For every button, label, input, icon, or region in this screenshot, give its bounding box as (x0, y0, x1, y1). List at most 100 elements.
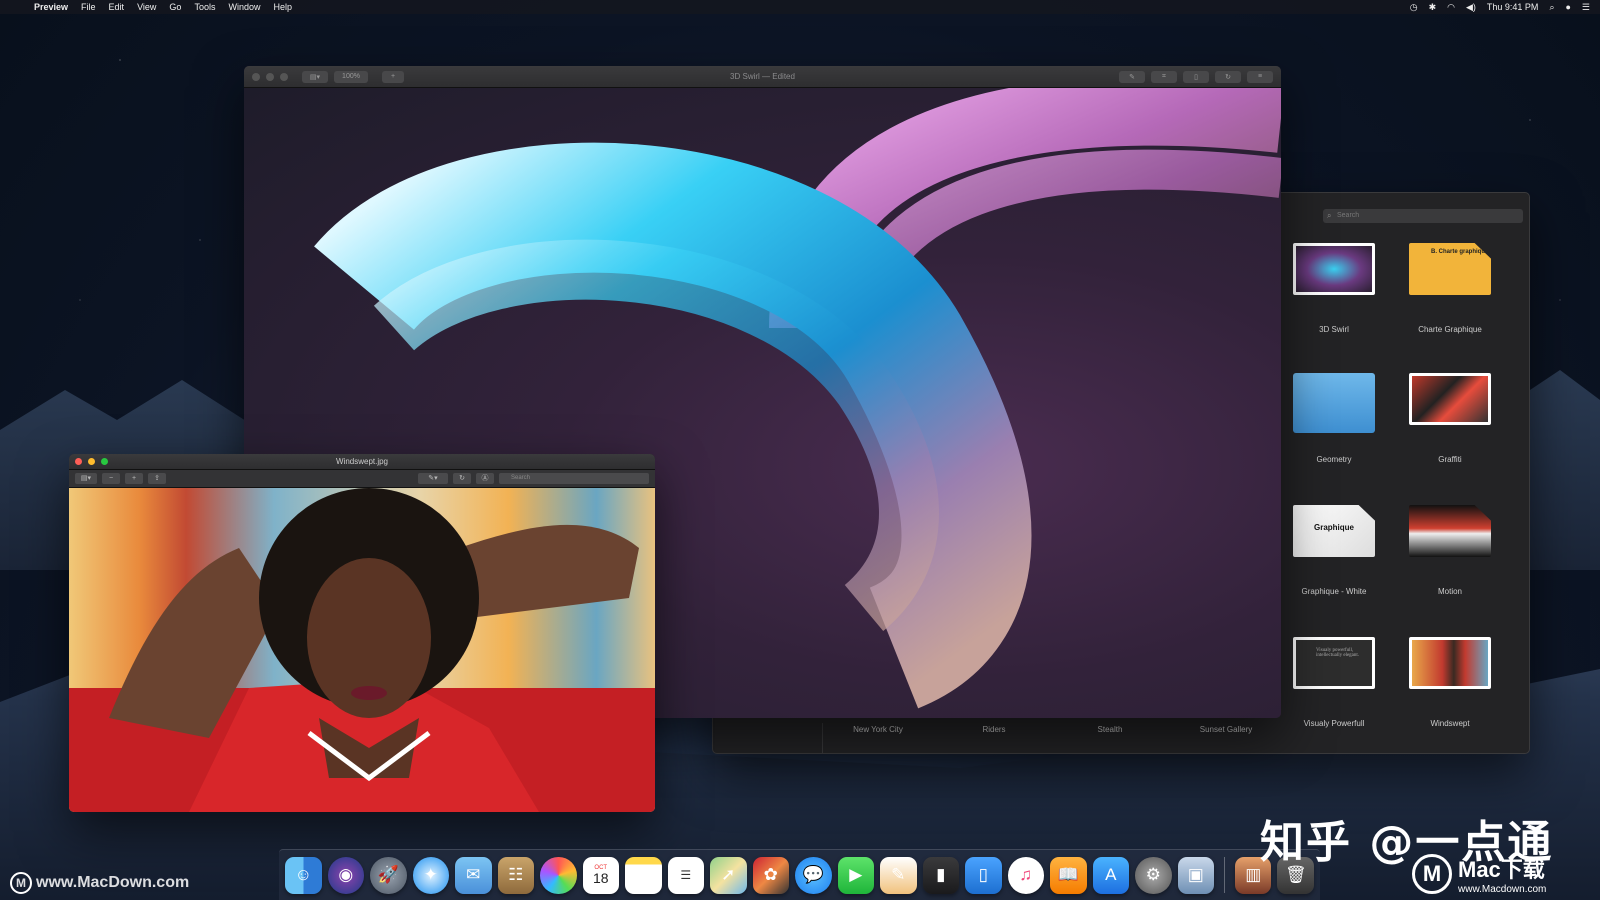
gallery-item-visualy-powerfull[interactable]: Visualy powerfull, intellectually elegan… (1279, 637, 1389, 728)
zoom-in-icon[interactable]: + (125, 473, 143, 484)
main-titlebar: ▤▾ 100% + 3D Swirl — Edited ✎ ⌗ ▯ ↻ ≡ (244, 66, 1281, 88)
window-title: Windswept.jpg (335, 457, 389, 466)
preview-icon[interactable]: ▣ (1177, 856, 1214, 894)
macdown-logo-icon: M (1412, 853, 1452, 894)
time-machine-icon[interactable]: ◷ (1410, 2, 1418, 13)
menu-window[interactable]: Window (228, 2, 260, 12)
numbers-icon[interactable]: ▮ (922, 856, 959, 894)
watermark-right-text: Mac下载 www.Macdown.com (1458, 852, 1546, 895)
gallery-item-windswept[interactable]: Windswept (1395, 637, 1505, 728)
menu-edit[interactable]: Edit (109, 2, 125, 12)
menu-file[interactable]: File (81, 2, 96, 12)
itunes-icon[interactable]: ♫ (1007, 856, 1044, 894)
watermark-left: M www.MacDown.com (10, 872, 189, 894)
gallery-item-graphique-white[interactable]: Graphique Graphique - White (1279, 505, 1389, 596)
notification-center-icon[interactable]: ☰ (1582, 2, 1590, 13)
photos-icon[interactable] (540, 856, 577, 894)
gallery-item-label: Motion (1437, 587, 1462, 596)
siri-icon[interactable]: ◉ (327, 856, 364, 894)
siri-menu-icon[interactable]: ● (1565, 2, 1570, 12)
keynote-icon[interactable]: ▯ (965, 856, 1002, 894)
sidebar-toggle-button[interactable]: ▤▾ (75, 473, 97, 484)
facetime-icon[interactable]: ▶ (837, 856, 874, 894)
zoom-select[interactable]: 100% (334, 70, 368, 83)
reminders-icon[interactable]: ☰ (667, 856, 704, 894)
contacts-icon[interactable]: ☷ (497, 856, 534, 894)
gallery-item-stealth[interactable]: Stealth (1055, 725, 1165, 734)
menu-clock[interactable]: Thu 9:41 PM (1487, 2, 1539, 12)
calendar-icon[interactable]: OCT 18 (582, 856, 619, 894)
crop-icon[interactable]: ⌗ (1151, 70, 1177, 83)
gallery-item-label: Charte Graphique (1418, 325, 1482, 334)
system-preferences-icon[interactable]: ⚙ (1135, 856, 1172, 894)
menu-view[interactable]: View (137, 2, 156, 12)
menu-app-name[interactable]: Preview (34, 2, 68, 12)
spotlight-icon[interactable]: ⌕ (1549, 2, 1554, 13)
gallery-item-label: Graphique - White (1301, 587, 1367, 596)
portrait-image (69, 488, 655, 812)
page-icon[interactable]: ▯ (1183, 70, 1209, 83)
thumbnail (1293, 243, 1375, 295)
thumbnail: Graphique (1293, 505, 1375, 557)
windswept-titlebar: Windswept.jpg (69, 454, 655, 470)
watermark-left-text: www.MacDown.com (36, 874, 190, 891)
windswept-photo (69, 488, 655, 812)
volume-icon[interactable]: ◀) (1466, 2, 1476, 13)
adjust-icon[interactable]: ≡ (1247, 70, 1273, 83)
add-button[interactable]: + (382, 70, 404, 83)
share-icon[interactable]: ⇪ (148, 473, 166, 484)
menu-help[interactable]: Help (273, 2, 292, 12)
gallery-search-input[interactable]: Search (1323, 209, 1523, 223)
gallery-item-charte-graphique[interactable]: B. Charte graphique Charte Graphique (1395, 243, 1505, 334)
notes-icon[interactable] (625, 856, 662, 894)
zoom-button[interactable] (101, 458, 108, 465)
mail-icon[interactable]: ✉ (455, 856, 492, 894)
pages-icon[interactable]: ✎ (880, 856, 917, 894)
books-icon[interactable]: 📖 (1050, 856, 1087, 894)
markup-icon[interactable]: ✎▾ (418, 473, 448, 484)
dock: ☺ ◉ 🚀 ✦ ✉ ☷ OCT 18 ☰ ➚ ✿ 💬 ▶ ✎ ▮ ▯ ♫ 📖 A… (279, 849, 1320, 900)
gallery-item-geometry[interactable]: Geometry (1279, 373, 1389, 464)
gallery-item-graffiti[interactable]: Graffiti (1395, 373, 1505, 464)
thumbnail (1409, 505, 1491, 557)
close-button[interactable] (252, 72, 260, 81)
minimize-button[interactable] (88, 458, 95, 465)
thumbnail: B. Charte graphique (1409, 243, 1491, 295)
thumbnail: Visualy powerfull, intellectually elegan… (1293, 637, 1375, 689)
windswept-window: Windswept.jpg ▤▾ − + ⇪ ✎▾ ↻ Ⓐ Search (69, 454, 655, 812)
minimize-button[interactable] (266, 72, 274, 81)
markup-icon[interactable]: ✎ (1119, 70, 1145, 83)
gallery-bottom-row: New York City Riders Stealth Sunset Gall… (823, 725, 1523, 739)
zoom-button[interactable] (280, 72, 288, 81)
menu-go[interactable]: Go (169, 2, 181, 12)
sidebar-toggle-button[interactable]: ▤▾ (302, 70, 328, 83)
thumbnail (1409, 373, 1491, 425)
watermark-right-title: Mac下载 (1458, 857, 1545, 882)
gallery-item-motion[interactable]: Motion (1395, 505, 1505, 596)
gallery-item-3d-swirl[interactable]: 3D Swirl (1279, 243, 1389, 334)
folder-icon (1293, 373, 1375, 433)
gallery-sidebar (713, 723, 823, 753)
close-button[interactable] (75, 458, 82, 465)
app-store-icon[interactable]: A (1092, 856, 1129, 894)
rotate-icon[interactable]: ↻ (1215, 70, 1241, 83)
messages-icon[interactable]: 💬 (795, 856, 832, 894)
gallery-item-label: Geometry (1316, 455, 1352, 464)
gallery-item-new-york-city[interactable]: New York City (823, 725, 933, 734)
photo-booth-icon[interactable]: ✿ (752, 856, 789, 894)
zoom-out-icon[interactable]: − (102, 473, 120, 484)
menu-tools[interactable]: Tools (194, 2, 215, 12)
finder-icon[interactable]: ☺ (285, 856, 322, 894)
maps-icon[interactable]: ➚ (710, 856, 747, 894)
window-controls (75, 458, 108, 465)
bluetooth-icon[interactable]: ✱ (1429, 2, 1437, 13)
wifi-icon[interactable]: ◠ (1447, 2, 1455, 13)
launchpad-icon[interactable]: 🚀 (370, 856, 407, 894)
safari-icon[interactable]: ✦ (412, 856, 449, 894)
gallery-item-riders[interactable]: Riders (939, 725, 1049, 734)
windswept-toolbar: ▤▾ − + ⇪ ✎▾ ↻ Ⓐ Search (69, 470, 655, 488)
rotate-icon[interactable]: ↻ (453, 473, 471, 484)
gallery-item-sunset-gallery[interactable]: Sunset Gallery (1171, 725, 1281, 734)
annotate-icon[interactable]: Ⓐ (476, 473, 494, 484)
windswept-search-input[interactable]: Search (499, 473, 649, 484)
